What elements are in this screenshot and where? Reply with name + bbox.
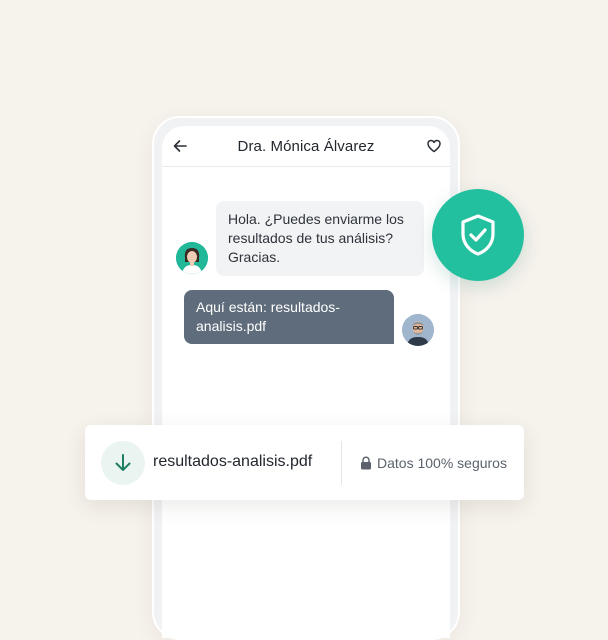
chat-header: Dra. Mónica Álvarez <box>162 126 450 167</box>
heart-icon <box>427 139 441 153</box>
arrow-left-icon <box>173 140 187 152</box>
doctor-avatar <box>176 242 208 274</box>
chat-title: Dra. Mónica Álvarez <box>237 137 375 155</box>
back-button[interactable] <box>170 136 190 156</box>
file-download-card: resultados-analisis.pdf Datos 100% segur… <box>85 425 524 500</box>
outgoing-message: Aquí están: resultados-analisis.pdf <box>184 290 394 344</box>
download-button[interactable] <box>101 441 145 485</box>
security-text: Datos 100% seguros <box>377 455 507 471</box>
file-name-link[interactable]: resultados-analisis.pdf <box>153 453 312 471</box>
security-shield-badge <box>432 189 524 281</box>
shield-check-icon <box>461 214 495 256</box>
security-note: Datos 100% seguros <box>360 455 507 471</box>
chat-screen: Dra. Mónica Álvarez Hola. ¿Puedes enviar… <box>162 126 450 638</box>
card-divider <box>341 441 342 485</box>
lock-icon <box>361 456 371 470</box>
patient-avatar <box>402 314 434 346</box>
incoming-message: Hola. ¿Puedes enviarme los resultados de… <box>216 201 424 276</box>
favorite-button[interactable] <box>424 136 444 156</box>
download-arrow-icon <box>115 454 131 471</box>
phone-frame: Dra. Mónica Álvarez Hola. ¿Puedes enviar… <box>152 116 460 640</box>
